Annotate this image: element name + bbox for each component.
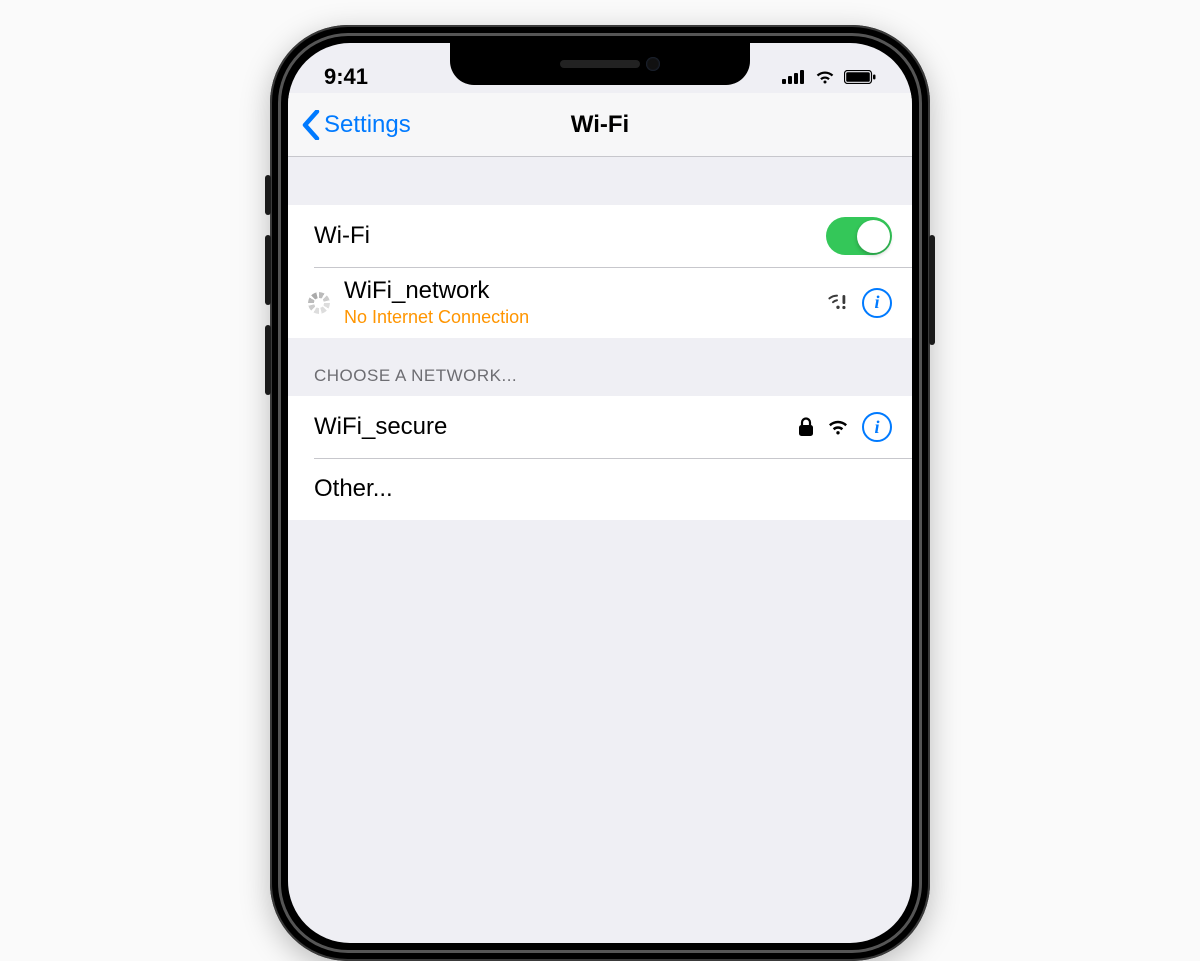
screen: 9:41 xyxy=(288,43,912,943)
wifi-icon xyxy=(814,69,836,85)
current-network-status: No Internet Connection xyxy=(344,307,529,328)
chevron-left-icon xyxy=(302,110,320,140)
power-button xyxy=(929,235,935,345)
battery-icon xyxy=(844,70,876,84)
wifi-toggle[interactable] xyxy=(826,217,892,255)
lock-icon xyxy=(798,417,814,437)
back-label: Settings xyxy=(324,111,411,139)
wifi-toggle-row[interactable]: Wi-Fi xyxy=(288,205,912,267)
wifi-signal-icon xyxy=(826,418,850,436)
page-title: Wi-Fi xyxy=(571,111,629,139)
notch xyxy=(450,43,750,85)
speaker-grille xyxy=(560,60,640,68)
loading-spinner-icon xyxy=(308,292,330,314)
other-network-label: Other... xyxy=(314,475,393,503)
network-row[interactable]: WiFi_secure i xyxy=(288,396,912,458)
back-button[interactable]: Settings xyxy=(302,110,411,140)
status-time: 9:41 xyxy=(324,64,368,90)
mute-switch xyxy=(265,175,271,215)
wifi-warning-icon xyxy=(826,292,850,314)
other-network-row[interactable]: Other... xyxy=(288,458,912,520)
current-network-name: WiFi_network xyxy=(344,277,529,305)
cellular-icon xyxy=(782,70,806,84)
info-icon[interactable]: i xyxy=(862,412,892,442)
front-camera xyxy=(646,57,660,71)
device-frame: 9:41 xyxy=(270,25,930,961)
wifi-toggle-label: Wi-Fi xyxy=(314,222,370,250)
current-network-row[interactable]: WiFi_network No Internet Connection i xyxy=(288,267,912,338)
info-icon[interactable]: i xyxy=(862,288,892,318)
volume-down-button xyxy=(265,325,271,395)
nav-bar: Settings Wi-Fi xyxy=(288,93,912,157)
choose-network-header: Choose a Network... xyxy=(288,338,912,396)
network-name: WiFi_secure xyxy=(314,413,447,441)
volume-up-button xyxy=(265,235,271,305)
